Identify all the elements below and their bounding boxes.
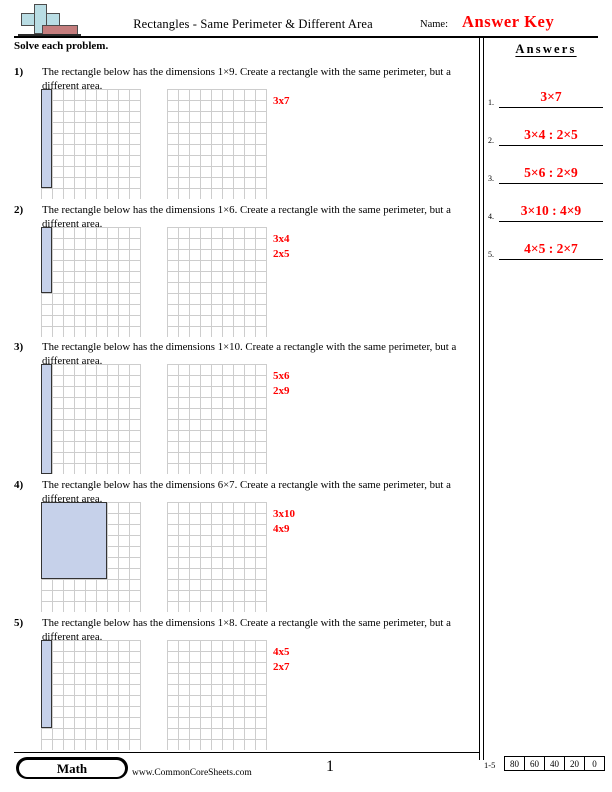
answer-value[interactable]: 5×6 : 2×9 bbox=[499, 163, 603, 184]
score-cell[interactable]: 20 bbox=[564, 756, 585, 771]
grid-left[interactable] bbox=[41, 364, 141, 474]
page-number: 1 bbox=[326, 758, 334, 775]
score-table: 80 60 40 20 0 bbox=[504, 756, 605, 771]
grid-right[interactable] bbox=[167, 502, 267, 612]
inline-answer: 3x4 bbox=[273, 233, 290, 245]
instructions-label: Solve each problem. bbox=[14, 40, 109, 52]
given-rectangle bbox=[41, 364, 52, 474]
answer-key-stamp: Answer Key bbox=[462, 12, 555, 31]
inline-answer: 5x6 bbox=[273, 370, 290, 382]
grid-left[interactable] bbox=[41, 640, 141, 750]
inline-answer: 3x10 bbox=[273, 508, 295, 520]
answer-number: 5. bbox=[488, 250, 494, 259]
given-rectangle bbox=[41, 640, 52, 728]
answer-row: 1. 3×7 bbox=[487, 78, 605, 108]
given-rectangle bbox=[41, 89, 52, 188]
inline-answer: 3x7 bbox=[273, 95, 290, 107]
math-brand-badge: Math bbox=[16, 757, 128, 779]
inline-answer: 2x7 bbox=[273, 661, 290, 673]
answer-value[interactable]: 3×10 : 4×9 bbox=[499, 201, 603, 222]
name-label: Name: bbox=[420, 19, 448, 30]
problem-number: 3) bbox=[14, 341, 24, 353]
answer-row: 3. 5×6 : 2×9 bbox=[487, 154, 605, 184]
plus-block-logo-icon bbox=[18, 4, 81, 37]
logo-plus-center bbox=[35, 14, 46, 25]
inline-answer: 4x5 bbox=[273, 646, 290, 658]
answers-heading: Answers bbox=[515, 42, 577, 56]
inline-answer: 4x9 bbox=[273, 523, 290, 535]
grid-right[interactable] bbox=[167, 364, 267, 474]
problem-number: 5) bbox=[14, 617, 24, 629]
answer-value[interactable]: 3×4 : 2×5 bbox=[499, 125, 603, 146]
inline-answer: 2x9 bbox=[273, 385, 290, 397]
answer-number: 2. bbox=[488, 136, 494, 145]
score-range-label: 1-5 bbox=[484, 760, 496, 770]
page-header: Rectangles - Same Perimeter & Different … bbox=[0, 0, 612, 40]
score-cell[interactable]: 0 bbox=[584, 756, 605, 771]
page-title: Rectangles - Same Perimeter & Different … bbox=[133, 17, 373, 31]
footer-divider-rule bbox=[14, 752, 479, 753]
grid-right[interactable] bbox=[167, 227, 267, 337]
answer-value[interactable]: 4×5 : 2×7 bbox=[499, 239, 603, 260]
table-row: 80 60 40 20 0 bbox=[504, 756, 605, 771]
answer-number: 4. bbox=[488, 212, 494, 221]
score-cell[interactable]: 80 bbox=[504, 756, 525, 771]
grid-left[interactable] bbox=[41, 227, 141, 337]
header-divider-rule bbox=[14, 36, 598, 38]
given-rectangle bbox=[41, 227, 52, 293]
answer-row: 2. 3×4 : 2×5 bbox=[487, 116, 605, 146]
problem-number: 2) bbox=[14, 204, 24, 216]
answer-value[interactable]: 3×7 bbox=[499, 87, 603, 108]
score-cell[interactable]: 40 bbox=[544, 756, 565, 771]
math-brand-label: Math bbox=[19, 759, 125, 777]
problem-number: 4) bbox=[14, 479, 24, 491]
answer-row: 4. 3×10 : 4×9 bbox=[487, 192, 605, 222]
given-rectangle bbox=[41, 502, 107, 579]
answer-number: 3. bbox=[488, 174, 494, 183]
site-url[interactable]: www.CommonCoreSheets.com bbox=[132, 768, 252, 778]
score-cell[interactable]: 60 bbox=[524, 756, 545, 771]
answer-number: 1. bbox=[488, 98, 494, 107]
problem-number: 1) bbox=[14, 66, 24, 78]
grid-right[interactable] bbox=[167, 640, 267, 750]
grid-right[interactable] bbox=[167, 89, 267, 199]
grid-left[interactable] bbox=[41, 89, 141, 199]
answer-row: 5. 4×5 : 2×7 bbox=[487, 230, 605, 260]
answers-column-divider bbox=[479, 38, 485, 760]
inline-answer: 2x5 bbox=[273, 248, 290, 260]
